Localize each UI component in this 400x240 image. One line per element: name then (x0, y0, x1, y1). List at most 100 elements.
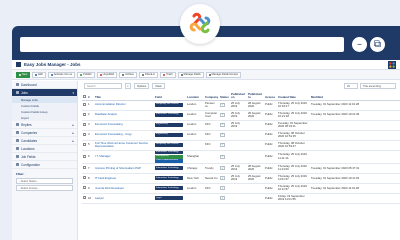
select-all-checkbox[interactable] (83, 95, 86, 99)
address-bar[interactable] (20, 37, 344, 52)
sort-select[interactable]: Title ascending (360, 83, 396, 89)
status-cell[interactable]: ✓ (219, 120, 230, 131)
column-header[interactable]: Access (264, 91, 277, 101)
table-row[interactable]: 6 I.T. Manager Information Technology Manag… (82, 150, 400, 164)
table-row[interactable]: 1 Accommodation Director Hospitality and T… (82, 100, 400, 111)
column-header[interactable]: Location (186, 91, 204, 101)
clear-button[interactable]: Clear (152, 83, 165, 89)
job-title-link[interactable]: Database Analyst (94, 110, 154, 121)
toolbar-button-unpublish[interactable]: Unpublish (96, 71, 118, 78)
joomla-small-icon[interactable] (388, 61, 396, 69)
job-title-link[interactable]: Economic Forecasting (94, 120, 154, 131)
search-input[interactable]: Search (84, 83, 122, 89)
status-cell[interactable]: ✓ (219, 140, 230, 151)
per-page-select[interactable]: 20 (344, 83, 358, 89)
table-row[interactable]: 3 Economic Forecasting Engineering London KF… (82, 120, 400, 131)
status-cell[interactable]: ✓ (219, 163, 230, 174)
job-title-link[interactable]: Full Time Work at Home Customer Service … (94, 140, 154, 151)
table-row[interactable]: 2 Database Analyst Information Technology L… (82, 110, 400, 121)
table-row[interactable]: 8 IT Field Engineer Information Technology… (82, 173, 400, 184)
job-title-link[interactable]: Joomla Web Developer (94, 183, 154, 194)
column-header[interactable]: Field (154, 91, 186, 101)
field-tags: Information Technology (154, 163, 186, 174)
row-checkbox[interactable] (83, 112, 86, 116)
status-cell[interactable]: ✓ (219, 173, 230, 184)
column-header[interactable]: Modified (310, 91, 400, 101)
toolbar-button-activate-cron-ex[interactable]: Activate cron ex (47, 71, 76, 78)
status-cell[interactable]: ✓ (219, 183, 230, 194)
published-on-cell (230, 150, 247, 164)
options-button[interactable]: Options (134, 83, 150, 89)
created-date-cell: Thursday, 25 July 2019 10:11:57 (277, 183, 310, 194)
published-check-icon[interactable]: ✓ (220, 133, 225, 137)
toolbar-button-label: Archive (125, 73, 134, 76)
tag-list: Hospitality and Tourism (155, 103, 185, 107)
row-checkbox[interactable] (83, 102, 86, 106)
status-cell[interactable]: ✓ (219, 150, 230, 164)
toolbar-button-edit[interactable]: Edit (32, 71, 46, 78)
sidebar-item-job-fields[interactable]: Job Fields (12, 153, 77, 161)
published-check-icon[interactable]: ✓ (220, 196, 225, 201)
job-title-link[interactable]: IT Field Engineer (94, 173, 154, 184)
sidebar-item-companies[interactable]: Companies ▸ (12, 129, 77, 137)
toolbar-button-publish[interactable]: Publish (77, 71, 95, 78)
table-row[interactable]: 5 Full Time Work at Home Customer Service… (82, 140, 400, 151)
table-row[interactable]: 10 Lawyer Legal ✓ Public Friday, 19 September… (82, 193, 400, 204)
row-checkbox[interactable] (83, 176, 86, 180)
published-check-icon[interactable]: ✓ (220, 143, 225, 147)
published-check-icon[interactable]: ✓ (220, 123, 225, 127)
column-header[interactable]: Status (219, 91, 230, 101)
toolbar-button-new[interactable]: New (16, 71, 31, 78)
column-header[interactable]: # (87, 91, 94, 101)
sidebar-item-dashboard[interactable]: Dashboard (12, 81, 77, 89)
status-cell[interactable]: ✓ (219, 100, 230, 111)
job-title-link[interactable]: Impress Printing of Structualism PHP (94, 163, 154, 174)
sidebar-item-label: Candidates (21, 138, 38, 143)
published-check-icon[interactable]: ✓ (220, 166, 225, 171)
column-header[interactable]: Published to (247, 91, 264, 101)
sidebar-item-candidates[interactable]: Candidates ▸ (12, 137, 77, 145)
row-checkbox[interactable] (83, 142, 86, 146)
maximize-icon[interactable]: ⧉ (370, 37, 385, 52)
column-header[interactable]: Title (94, 91, 154, 101)
locations-icon (16, 147, 19, 150)
sidebar-item-jobs[interactable]: Jobs ▾ (12, 89, 77, 97)
status-cell[interactable]: ✓ (219, 193, 230, 204)
sidebar-item-replies[interactable]: Replies ▸ (12, 121, 77, 129)
row-checkbox[interactable] (83, 166, 86, 170)
filter-select-0[interactable]: - Select Status - (16, 178, 73, 184)
row-checkbox[interactable] (83, 132, 86, 136)
row-checkbox[interactable] (83, 186, 86, 190)
column-header[interactable]: Published on (230, 91, 247, 101)
sidebar-item-locations[interactable]: Locations (12, 145, 77, 153)
toolbar-button-check-in[interactable]: Check-in (138, 71, 159, 78)
published-check-icon[interactable]: ✓ (220, 154, 225, 159)
job-title-link[interactable]: Economic Forecasting - Copy (94, 130, 154, 141)
status-cell[interactable]: ✓ (219, 130, 230, 141)
row-checkbox[interactable] (83, 196, 86, 200)
status-cell[interactable]: ✓ (219, 110, 230, 121)
job-title-link[interactable]: Lawyer (94, 193, 154, 204)
minimize-icon[interactable]: – (352, 37, 367, 52)
column-header[interactable]: Company (204, 91, 219, 101)
published-check-icon[interactable]: ✓ (220, 113, 225, 117)
table-row[interactable]: 7 Impress Printing of Structualism PHP Inf… (82, 163, 400, 174)
published-check-icon[interactable]: ✓ (220, 103, 225, 107)
job-title-link[interactable]: Accommodation Director (94, 100, 154, 111)
toolbar-button-manage-fields[interactable]: Manage Fields (177, 71, 204, 78)
sidebar-item-configuration[interactable]: Configuration (12, 161, 77, 169)
row-checkbox[interactable] (83, 122, 86, 126)
toolbar-button-manage-fields-groups[interactable]: Manage Fields Groups (205, 71, 241, 78)
column-header[interactable]: Created Date (277, 91, 310, 101)
published-check-icon[interactable]: ✓ (220, 176, 225, 181)
filter-select-1[interactable]: - Select Access - (16, 185, 73, 191)
table-row[interactable]: 9 Joomla Web Developer Information Technol… (82, 183, 400, 194)
toolbar-button-archive[interactable]: Archive (119, 71, 137, 78)
job-title-link[interactable]: I.T. Manager (94, 150, 154, 164)
toolbar-button-trash[interactable]: Trash (160, 71, 176, 78)
jobs-icon (16, 62, 21, 67)
row-checkbox[interactable] (83, 154, 86, 158)
search-icon[interactable]: ⌕ (125, 83, 131, 89)
table-row[interactable]: 4 Economic Forecasting - Copy Engineering L… (82, 130, 400, 141)
published-check-icon[interactable]: ✓ (220, 186, 225, 191)
